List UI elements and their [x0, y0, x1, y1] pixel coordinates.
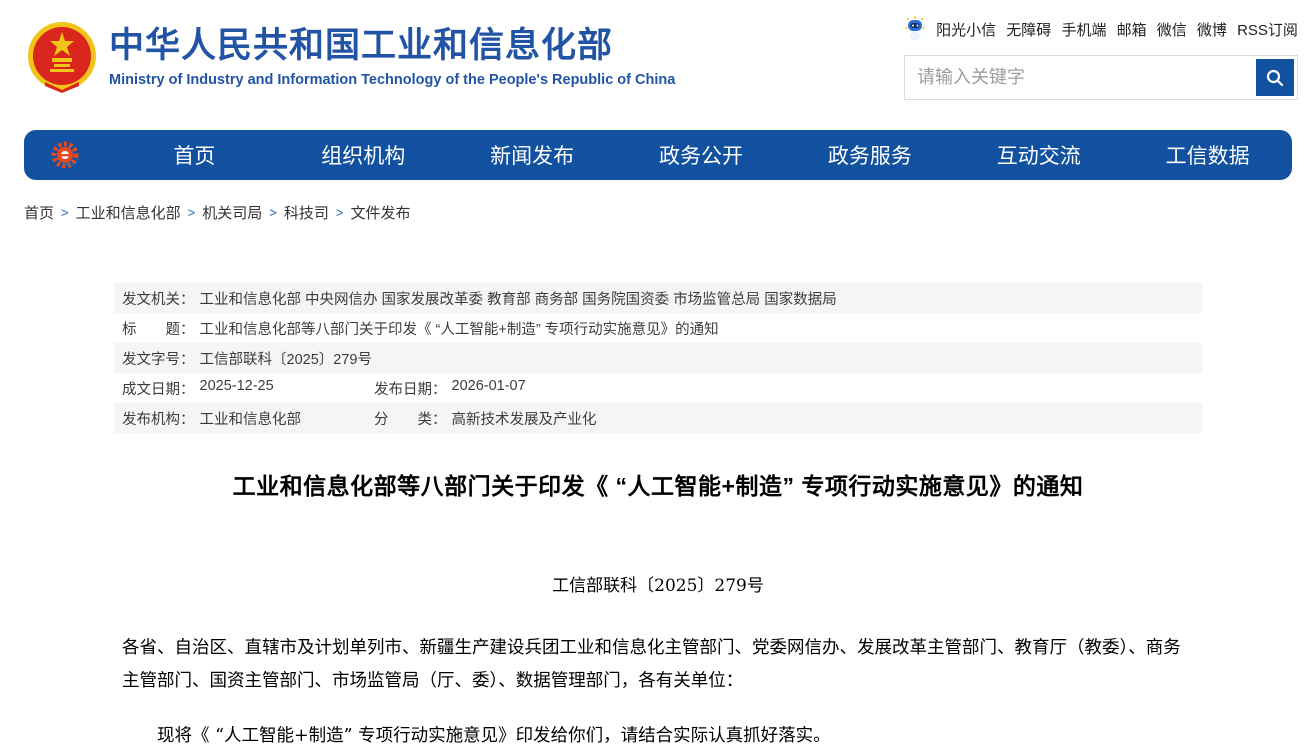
- meta-row-doc-number: 发文字号： 工信部联科〔2025〕279号: [114, 343, 1202, 373]
- meta-value: 工业和信息化部等八部门关于印发《 “人工智能+制造” 专项行动实施意见》的通知: [200, 318, 719, 339]
- meta-label: 发布机构：: [122, 408, 195, 429]
- meta-row-title: 标 题： 工业和信息化部等八部门关于印发《 “人工智能+制造” 专项行动实施意见…: [114, 313, 1202, 343]
- quick-links: 阳光小信 无障碍 手机端 邮箱 微信 微博 RSS订阅: [904, 16, 1298, 42]
- site-brand[interactable]: 中华人民共和国工业和信息化部 Ministry of Industry and …: [25, 20, 675, 94]
- meta-row-publisher-category: 发布机构： 工业和信息化部 分 类： 高新技术发展及产业化: [114, 403, 1202, 433]
- meta-value: 2025-12-25: [200, 378, 274, 399]
- document-body: 各省、自治区、直辖市及计划单列市、新疆生产建设兵团工业和信息化主管部门、党委网信…: [114, 632, 1202, 747]
- main-nav: 首页 组织机构 新闻发布 政务公开 政务服务 互动交流 工信数据: [24, 130, 1292, 180]
- search-icon: [1265, 68, 1285, 88]
- nav-item-gov-services[interactable]: 政务服务: [785, 140, 954, 170]
- breadcrumb-separator: >: [61, 205, 69, 220]
- nav-item-news[interactable]: 新闻发布: [448, 140, 617, 170]
- link-wechat[interactable]: 微信: [1157, 19, 1187, 40]
- meta-label: 发文字号：: [122, 348, 195, 369]
- breadcrumb-item-home[interactable]: 首页: [24, 202, 54, 223]
- nav-item-organization[interactable]: 组织机构: [279, 140, 448, 170]
- meta-label: 分 类：: [374, 408, 447, 429]
- breadcrumb-separator: >: [336, 205, 344, 220]
- search-input[interactable]: [905, 56, 1256, 99]
- breadcrumb-item-science-tech-dept[interactable]: 科技司: [284, 202, 329, 223]
- nav-item-gov-disclosure[interactable]: 政务公开: [617, 140, 786, 170]
- nav-item-home[interactable]: 首页: [110, 140, 279, 170]
- link-accessibility[interactable]: 无障碍: [1006, 19, 1051, 40]
- document-number: 工信部联科〔2025〕279号: [114, 571, 1202, 596]
- meta-row-issuing-agencies: 发文机关： 工业和信息化部 中央网信办 国家发展改革委 教育部 商务部 国务院国…: [114, 283, 1202, 313]
- document-title: 工业和信息化部等八部门关于印发《 “人工智能+制造” 专项行动实施意见》的通知: [114, 467, 1202, 501]
- link-sunshine-xiaoxin[interactable]: 阳光小信: [936, 19, 996, 40]
- link-rss[interactable]: RSS订阅: [1237, 19, 1298, 40]
- nav-items: 首页 组织机构 新闻发布 政务公开 政务服务 互动交流 工信数据: [110, 140, 1292, 170]
- search-box: [904, 55, 1298, 100]
- meta-row-dates: 成文日期： 2025-12-25 发布日期： 2026-01-07: [114, 373, 1202, 403]
- meta-value: 高新技术发展及产业化: [452, 408, 597, 429]
- search-button[interactable]: [1256, 59, 1294, 96]
- site-header: 中华人民共和国工业和信息化部 Ministry of Industry and …: [0, 0, 1316, 116]
- document-paragraph-body: 现将《 “人工智能+制造” 专项行动实施意见》印发给你们，请结合实际认真抓好落实…: [122, 720, 1196, 747]
- meta-value: 工业和信息化部: [200, 408, 302, 429]
- document-meta-table: 发文机关： 工业和信息化部 中央网信办 国家发展改革委 教育部 商务部 国务院国…: [114, 283, 1202, 433]
- national-emblem-icon: [25, 20, 99, 94]
- meta-label: 发文机关：: [122, 288, 195, 309]
- brand-text: 中华人民共和国工业和信息化部 Ministry of Industry and …: [109, 26, 675, 88]
- meta-value: 2026-01-07: [452, 378, 526, 399]
- site-title: 中华人民共和国工业和信息化部: [109, 26, 675, 66]
- meta-label: 成文日期：: [122, 378, 195, 399]
- header-right: 阳光小信 无障碍 手机端 邮箱 微信 微博 RSS订阅: [904, 16, 1298, 100]
- meta-label: 标 题：: [122, 318, 195, 339]
- meta-value: 工信部联科〔2025〕279号: [200, 348, 372, 369]
- sunshine-xiaoxin-mascot-icon: [904, 16, 926, 42]
- breadcrumb-item-departments[interactable]: 机关司局: [202, 202, 262, 223]
- miit-logo-icon: [24, 137, 110, 173]
- breadcrumb-separator: >: [269, 205, 277, 220]
- site-subtitle: Ministry of Industry and Information Tec…: [109, 72, 675, 88]
- breadcrumb: 首页 > 工业和信息化部 > 机关司局 > 科技司 > 文件发布: [24, 202, 1316, 223]
- breadcrumb-item-document-release[interactable]: 文件发布: [350, 202, 410, 223]
- meta-value: 工业和信息化部 中央网信办 国家发展改革委 教育部 商务部 国务院国资委 市场监…: [200, 288, 837, 309]
- link-weibo[interactable]: 微博: [1197, 19, 1227, 40]
- meta-label: 发布日期：: [374, 378, 447, 399]
- nav-item-miit-data[interactable]: 工信数据: [1123, 140, 1292, 170]
- document-paragraph-salutation: 各省、自治区、直辖市及计划单列市、新疆生产建设兵团工业和信息化主管部门、党委网信…: [122, 632, 1196, 698]
- document-content: 发文机关： 工业和信息化部 中央网信办 国家发展改革委 教育部 商务部 国务院国…: [114, 283, 1202, 747]
- breadcrumb-separator: >: [188, 205, 196, 220]
- link-mobile[interactable]: 手机端: [1061, 19, 1106, 40]
- nav-item-interaction[interactable]: 互动交流: [954, 140, 1123, 170]
- breadcrumb-item-miit[interactable]: 工业和信息化部: [76, 202, 181, 223]
- link-mail[interactable]: 邮箱: [1117, 19, 1147, 40]
